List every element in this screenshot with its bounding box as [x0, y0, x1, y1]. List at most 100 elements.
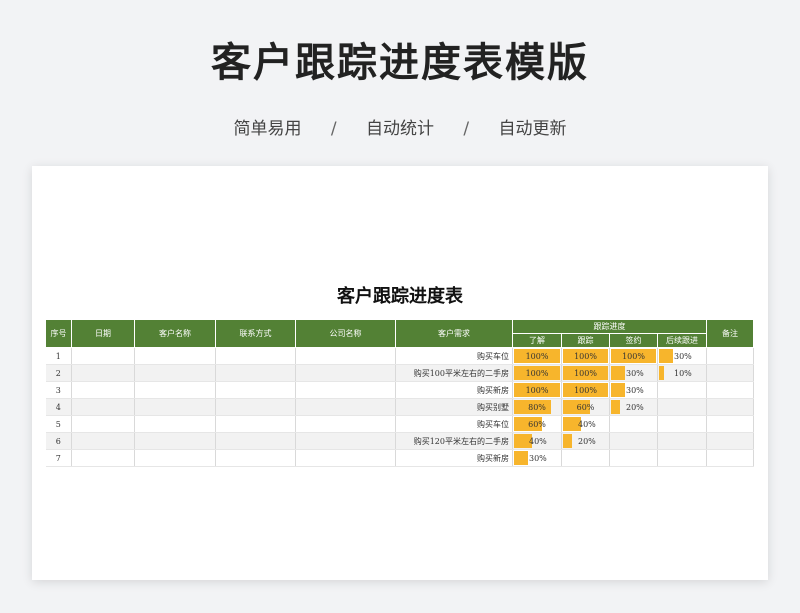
table-row: 2 购买100平米左右的二手房 100% 100% 30% 10% [45, 364, 754, 382]
cell-index[interactable]: 1 [45, 347, 72, 365]
cell-date[interactable] [71, 381, 135, 399]
header-stage-track[interactable]: 跟踪 [561, 333, 610, 348]
feature-separator: / [463, 119, 470, 139]
cell-remark[interactable] [706, 398, 754, 416]
cell-progress[interactable]: 100% [512, 364, 562, 382]
cell-customer[interactable] [134, 381, 216, 399]
cell-date[interactable] [71, 398, 135, 416]
cell-progress[interactable]: 100% [561, 364, 610, 382]
header-need[interactable]: 客户需求 [395, 319, 513, 348]
progress-label: 30% [529, 453, 547, 463]
cell-contact[interactable] [215, 381, 296, 399]
cell-progress[interactable] [657, 381, 707, 399]
cell-need[interactable]: 购买车位 [395, 415, 513, 433]
cell-customer[interactable] [134, 364, 216, 382]
cell-company[interactable] [295, 381, 396, 399]
cell-remark[interactable] [706, 381, 754, 399]
cell-need[interactable]: 购买新房 [395, 381, 513, 399]
header-index[interactable]: 序号 [45, 319, 72, 348]
table-row: 7 购买新房 30% [45, 449, 754, 467]
table-row: 4 购买别墅 80% 60% 20% [45, 398, 754, 416]
cell-progress[interactable]: 100% [561, 381, 610, 399]
header-stage-followup[interactable]: 后续跟进 [657, 333, 707, 348]
cell-progress[interactable] [609, 415, 658, 433]
cell-company[interactable] [295, 347, 396, 365]
cell-need[interactable]: 购买100平米左右的二手房 [395, 364, 513, 382]
header-company[interactable]: 公司名称 [295, 319, 396, 348]
cell-remark[interactable] [706, 449, 754, 467]
cell-index[interactable]: 5 [45, 415, 72, 433]
cell-company[interactable] [295, 432, 396, 450]
header-remark[interactable]: 备注 [706, 319, 754, 348]
cell-progress[interactable]: 20% [561, 432, 610, 450]
header-customer[interactable]: 客户名称 [134, 319, 216, 348]
cell-progress[interactable]: 100% [561, 347, 610, 365]
cell-date[interactable] [71, 415, 135, 433]
cell-index[interactable]: 3 [45, 381, 72, 399]
cell-contact[interactable] [215, 449, 296, 467]
cell-progress[interactable]: 30% [512, 449, 562, 467]
cell-index[interactable]: 4 [45, 398, 72, 416]
cell-date[interactable] [71, 432, 135, 450]
cell-progress[interactable]: 30% [657, 347, 707, 365]
cell-remark[interactable] [706, 364, 754, 382]
cell-progress[interactable]: 100% [512, 381, 562, 399]
cell-customer[interactable] [134, 432, 216, 450]
cell-progress[interactable]: 40% [561, 415, 610, 433]
progress-label: 100% [574, 385, 597, 395]
cell-date[interactable] [71, 347, 135, 365]
cell-index[interactable]: 6 [45, 432, 72, 450]
cell-customer[interactable] [134, 449, 216, 467]
cell-progress[interactable]: 30% [609, 364, 658, 382]
cell-need[interactable]: 购买别墅 [395, 398, 513, 416]
cell-progress[interactable] [561, 449, 610, 467]
cell-contact[interactable] [215, 347, 296, 365]
cell-progress[interactable]: 60% [512, 415, 562, 433]
cell-contact[interactable] [215, 398, 296, 416]
cell-contact[interactable] [215, 364, 296, 382]
progress-label: 10% [674, 368, 692, 378]
cell-progress[interactable] [609, 432, 658, 450]
cell-progress[interactable]: 20% [609, 398, 658, 416]
cell-progress[interactable]: 100% [512, 347, 562, 365]
cell-contact[interactable] [215, 432, 296, 450]
cell-company[interactable] [295, 449, 396, 467]
cell-progress[interactable] [609, 449, 658, 467]
banner-title: 客户跟踪进度表模版 [211, 40, 589, 86]
cell-remark[interactable] [706, 432, 754, 450]
header-stage-understand[interactable]: 了解 [512, 333, 562, 348]
cell-progress[interactable]: 30% [609, 381, 658, 399]
header-stage-sign[interactable]: 签约 [609, 333, 658, 348]
cell-company[interactable] [295, 398, 396, 416]
cell-remark[interactable] [706, 347, 754, 365]
header-progress[interactable]: 跟踪进度 [512, 319, 707, 334]
progress-label: 100% [574, 351, 597, 361]
cell-progress[interactable] [657, 415, 707, 433]
cell-progress[interactable]: 100% [609, 347, 658, 365]
cell-remark[interactable] [706, 415, 754, 433]
cell-index[interactable]: 7 [45, 449, 72, 467]
cell-progress[interactable]: 60% [561, 398, 610, 416]
header-date[interactable]: 日期 [71, 319, 135, 348]
cell-company[interactable] [295, 364, 396, 382]
cell-customer[interactable] [134, 415, 216, 433]
cell-need[interactable]: 购买车位 [395, 347, 513, 365]
cell-customer[interactable] [134, 347, 216, 365]
progress-label: 20% [626, 402, 644, 412]
cell-progress[interactable] [657, 449, 707, 467]
cell-company[interactable] [295, 415, 396, 433]
cell-customer[interactable] [134, 398, 216, 416]
cell-index[interactable]: 2 [45, 364, 72, 382]
cell-progress[interactable]: 80% [512, 398, 562, 416]
cell-progress[interactable] [657, 432, 707, 450]
cell-progress[interactable]: 10% [657, 364, 707, 382]
cell-progress[interactable] [657, 398, 707, 416]
cell-progress[interactable]: 40% [512, 432, 562, 450]
cell-date[interactable] [71, 449, 135, 467]
cell-date[interactable] [71, 364, 135, 382]
header-contact[interactable]: 联系方式 [215, 319, 296, 348]
cell-need[interactable]: 购买120平米左右的二手房 [395, 432, 513, 450]
cell-need[interactable]: 购买新房 [395, 449, 513, 467]
sheet-title: 客户跟踪进度表 [337, 286, 463, 307]
cell-contact[interactable] [215, 415, 296, 433]
